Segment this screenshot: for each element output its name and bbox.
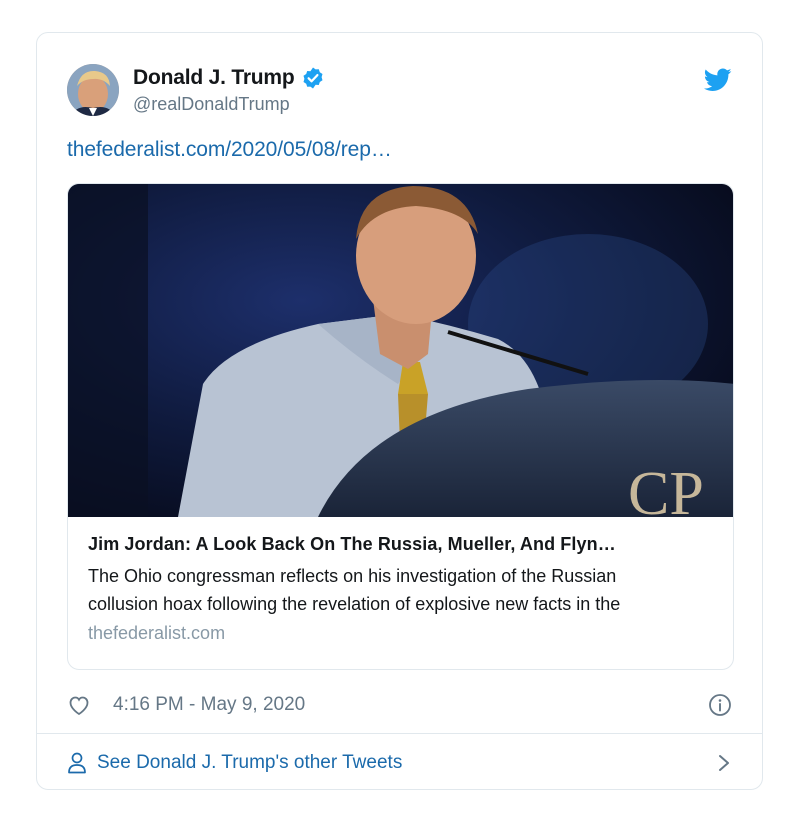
- person-icon: [68, 752, 86, 774]
- divider: [37, 733, 762, 734]
- avatar[interactable]: [67, 64, 119, 116]
- info-icon[interactable]: [708, 693, 732, 717]
- link-preview-card[interactable]: CP Jim Jordan: A Look Back On The Russia…: [67, 183, 734, 670]
- name-block: Donald J. Trump @realDonaldTrump: [133, 66, 325, 115]
- heart-icon[interactable]: [67, 693, 91, 717]
- verified-badge-icon: [303, 67, 323, 89]
- tweet-header: Donald J. Trump @realDonaldTrump: [67, 64, 732, 120]
- article-image: CP: [68, 184, 733, 517]
- card-description: The Ohio congressman reflects on his inv…: [88, 562, 713, 618]
- chevron-right-icon[interactable]: [716, 753, 732, 773]
- handle[interactable]: @realDonaldTrump: [133, 94, 325, 115]
- card-domain: thefederalist.com: [88, 623, 226, 643]
- embedded-tweet: Donald J. Trump @realDonaldTrump thefede…: [36, 32, 763, 790]
- display-name[interactable]: Donald J. Trump: [133, 66, 295, 90]
- tweet-meta: 4:16 PM - May 9, 2020: [67, 690, 732, 720]
- twitter-bird-icon[interactable]: [704, 68, 732, 92]
- card-title: Jim Jordan: A Look Back On The Russia, M…: [88, 534, 616, 554]
- card-body: Jim Jordan: A Look Back On The Russia, M…: [88, 534, 713, 644]
- see-other-tweets-link[interactable]: See Donald J. Trump's other Tweets: [67, 748, 732, 778]
- tweet-link[interactable]: thefederalist.com/2020/05/08/rep…: [67, 138, 392, 162]
- card-description-line: The Ohio congressman reflects on his inv…: [88, 566, 617, 586]
- timestamp[interactable]: 4:16 PM - May 9, 2020: [113, 694, 305, 716]
- card-description-line: collusion hoax following the revelation …: [88, 594, 621, 614]
- footer-label[interactable]: See Donald J. Trump's other Tweets: [97, 752, 402, 774]
- podium-text: CP: [628, 460, 704, 517]
